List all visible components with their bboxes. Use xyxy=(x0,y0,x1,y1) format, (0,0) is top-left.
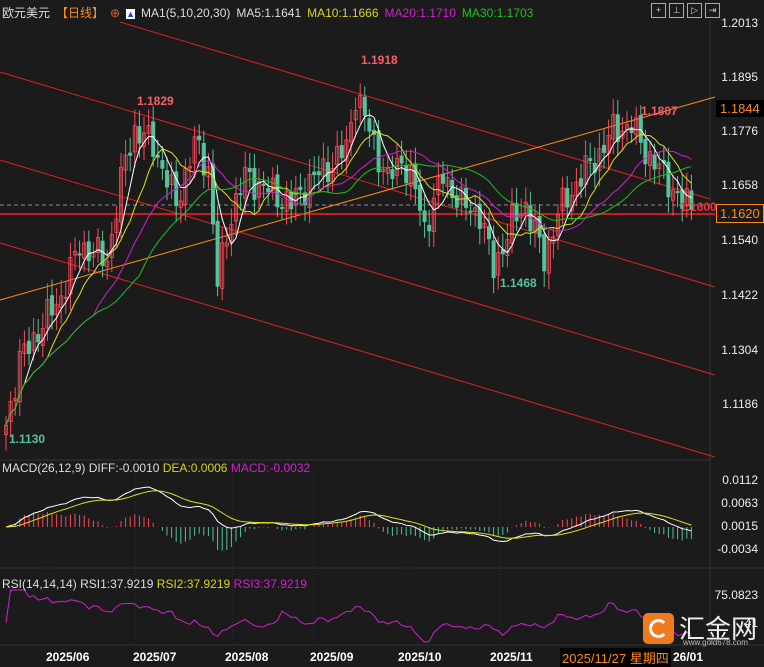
macd-tick: 0.0015 xyxy=(721,519,758,533)
candle-body xyxy=(399,155,404,164)
high-annotation: 1.1807 xyxy=(641,104,678,118)
current-price-label: 1.1620 xyxy=(716,204,764,223)
candle-body xyxy=(36,334,41,343)
candle-body xyxy=(427,224,432,232)
candle-body xyxy=(579,178,584,187)
candle-body xyxy=(316,171,321,176)
dea-line xyxy=(5,490,692,539)
price-tick: 1.1658 xyxy=(721,178,758,192)
macd-dea: DEA:0.0006 xyxy=(162,461,228,475)
rsi-header: RSI(14,14,14) RSI1:37.9219 RSI2:37.9219 … xyxy=(2,577,307,591)
candle-body xyxy=(77,253,82,256)
x-tick: 2025/09 xyxy=(310,650,354,664)
candle-body xyxy=(629,127,634,133)
price-tick: 1.1776 xyxy=(721,124,758,138)
macd-title: MACD(26,12,9) xyxy=(2,461,86,475)
x-tick: 2025/10 xyxy=(398,650,442,664)
candle-body xyxy=(422,210,427,223)
price-chart[interactable] xyxy=(0,0,764,667)
macd-tick: 0.0063 xyxy=(721,496,758,510)
candle-body xyxy=(486,226,491,240)
high-annotation: 1.1918 xyxy=(361,53,398,67)
price-tick: 1.1895 xyxy=(721,70,758,84)
cursor-date: 2025/11/27 星期四 xyxy=(560,648,671,667)
candle-body xyxy=(325,162,330,182)
candle-body xyxy=(468,210,473,213)
rsi-line xyxy=(5,589,692,643)
ma5-line xyxy=(5,114,692,426)
price-tick: 1.1540 xyxy=(721,233,758,247)
price-tick: 1.1186 xyxy=(722,397,758,411)
candle-body xyxy=(643,138,648,165)
candle-body xyxy=(26,340,31,354)
candle-body xyxy=(261,183,266,186)
candle-body xyxy=(638,115,643,143)
ma10-line xyxy=(5,131,692,426)
candle-body xyxy=(390,169,395,179)
candle-body xyxy=(376,130,381,173)
rsi1-value: RSI1:37.9219 xyxy=(80,577,154,591)
low-annotation: 1.1130 xyxy=(9,432,46,446)
macd-header: MACD(26,12,9) DIFF:-0.0010 DEA:0.0006 MA… xyxy=(2,461,310,475)
candle-body xyxy=(675,191,680,194)
candle-body xyxy=(602,144,607,153)
rsi-title: RSI(14,14,14) xyxy=(2,577,77,591)
candle-body xyxy=(367,118,372,132)
candle-body xyxy=(339,145,344,159)
x-tick: 26/01 xyxy=(673,650,704,664)
macd-tick: -0.0034 xyxy=(717,542,758,556)
candle-body xyxy=(86,241,91,262)
price-tick: 1.1304 xyxy=(721,343,758,357)
x-tick: 2025/07 xyxy=(133,650,177,664)
candle-body xyxy=(151,121,156,157)
candle-body xyxy=(491,240,496,279)
diff-line xyxy=(5,486,692,543)
macd-diff: DIFF:-0.0010 xyxy=(88,461,160,475)
ma30-line xyxy=(5,163,692,426)
candle-body xyxy=(289,191,294,210)
candle-body xyxy=(417,184,422,211)
x-tick: 2025/06 xyxy=(46,650,90,664)
macd-tick: 0.0112 xyxy=(722,473,758,487)
candle-body xyxy=(440,174,445,184)
candle-body xyxy=(266,188,271,193)
candle-body xyxy=(215,220,220,287)
candle-body xyxy=(164,170,169,188)
candle-body xyxy=(454,195,459,208)
rsi3-value: RSI3:37.9219 xyxy=(233,577,307,591)
candle-body xyxy=(312,171,317,176)
candle-body xyxy=(565,187,570,208)
low-annotation: 1.1600 xyxy=(680,200,717,214)
candle-body xyxy=(252,167,257,200)
ma20-line xyxy=(5,149,692,426)
candle-body xyxy=(160,160,165,169)
x-tick: 2025/08 xyxy=(225,650,269,664)
high-annotation: 1.1829 xyxy=(137,94,174,108)
candle-body xyxy=(588,158,593,162)
rsi2-value: RSI2:37.9219 xyxy=(156,577,231,591)
candle-body xyxy=(247,167,252,173)
macd-value: MACD:-0.0032 xyxy=(230,461,311,475)
candle-body xyxy=(542,234,547,272)
candle-body xyxy=(298,186,303,191)
candle-body xyxy=(238,193,243,195)
rsi-tick: 75.0823 xyxy=(714,588,758,602)
candle-body xyxy=(362,96,367,116)
low-annotation: 1.1468 xyxy=(500,276,537,290)
logo-icon xyxy=(643,613,674,644)
candle-body xyxy=(128,152,133,156)
candle-body xyxy=(404,165,409,184)
x-tick: 2025/11 xyxy=(490,650,533,664)
logo-url: www.gold678.com xyxy=(683,638,748,647)
candle-body xyxy=(652,154,657,170)
orange-line-price: 1.1844 xyxy=(716,100,764,117)
candle-body xyxy=(137,126,142,144)
candle-body xyxy=(514,203,519,222)
price-tick: 1.1422 xyxy=(721,288,758,302)
price-tick: 1.2013 xyxy=(721,16,758,30)
candle-body xyxy=(50,295,55,316)
candle-body xyxy=(279,207,284,209)
candle-body xyxy=(197,135,202,141)
